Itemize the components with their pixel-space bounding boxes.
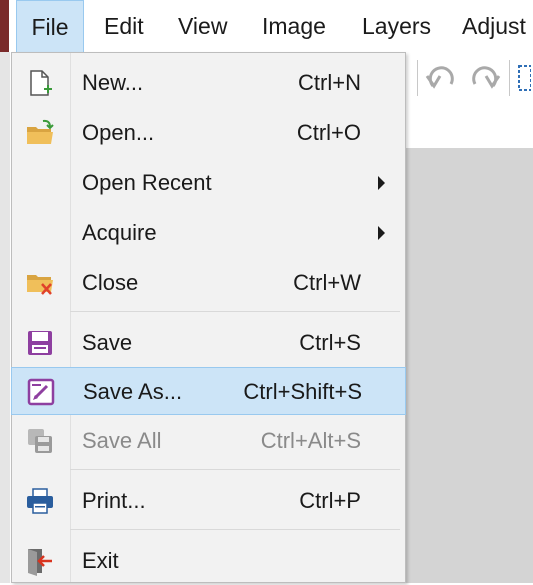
menu-item-close[interactable]: Close Ctrl+W (12, 259, 405, 307)
menu-item-shortcut: Ctrl+Alt+S (260, 428, 361, 453)
menu-adjust[interactable]: Adjust (462, 0, 526, 52)
menu-item-save-as[interactable]: Save As... Ctrl+Shift+S (11, 367, 406, 415)
toolbar (403, 52, 533, 194)
app-left-strip (0, 52, 10, 583)
toolbar-separator (509, 60, 510, 96)
selection-icon[interactable] (517, 64, 532, 97)
menu-item-save-all[interactable]: Save All Ctrl+Alt+S (12, 417, 405, 465)
close-folder-icon (25, 268, 55, 298)
open-folder-icon (25, 118, 55, 148)
menu-item-shortcut: Ctrl+N (298, 70, 361, 95)
menu-edit[interactable]: Edit (104, 0, 144, 52)
menu-bar: File Edit View Image Layers Adjust (0, 0, 533, 52)
menu-item-open-recent[interactable]: Open Recent (12, 159, 405, 207)
printer-icon (25, 486, 55, 516)
submenu-arrow-icon (378, 176, 385, 190)
menu-separator (70, 311, 400, 312)
menu-file[interactable]: File (16, 0, 84, 52)
menu-item-shortcut: Ctrl+P (299, 488, 361, 513)
window-edge (0, 0, 9, 52)
save-as-icon (26, 377, 56, 407)
menu-item-new[interactable]: New... Ctrl+N (12, 59, 405, 107)
menu-item-shortcut: Ctrl+S (299, 330, 361, 355)
exit-icon (25, 546, 55, 576)
menu-item-label: Save As... (83, 379, 183, 404)
menu-item-open[interactable]: Open... Ctrl+O (12, 109, 405, 157)
menu-item-label: Exit (82, 548, 119, 573)
redo-icon[interactable] (465, 64, 501, 97)
canvas-area (405, 148, 533, 583)
undo-icon[interactable] (425, 64, 461, 97)
menu-separator (70, 469, 400, 470)
menu-item-label: Close (82, 270, 139, 295)
submenu-arrow-icon (378, 226, 385, 240)
menu-item-label: Save All (82, 428, 162, 453)
new-file-icon (25, 68, 55, 98)
menu-layers[interactable]: Layers (362, 0, 431, 52)
menu-item-shortcut: Ctrl+W (293, 270, 361, 295)
menu-item-label: New... (82, 70, 144, 95)
toolbar-separator (417, 60, 418, 96)
menu-item-label: Open... (82, 120, 155, 145)
menu-item-print[interactable]: Print... Ctrl+P (12, 477, 405, 525)
menu-item-shortcut: Ctrl+O (296, 120, 361, 145)
menu-separator (70, 529, 400, 530)
menu-item-label: Print... (82, 488, 146, 513)
menu-item-save[interactable]: Save Ctrl+S (12, 319, 405, 367)
menu-image[interactable]: Image (262, 0, 326, 52)
menu-item-label: Acquire (82, 220, 157, 245)
menu-item-acquire[interactable]: Acquire (12, 209, 405, 257)
menu-item-exit[interactable]: Exit (12, 537, 405, 585)
file-menu: New... Ctrl+N Open... Ctrl+O Open Recent… (11, 52, 406, 583)
menu-item-label: Open Recent (82, 170, 212, 195)
save-icon (25, 328, 55, 358)
menu-item-label: Save (82, 330, 133, 355)
save-all-icon (25, 426, 55, 456)
menu-view[interactable]: View (178, 0, 227, 52)
menu-item-shortcut: Ctrl+Shift+S (243, 379, 362, 404)
